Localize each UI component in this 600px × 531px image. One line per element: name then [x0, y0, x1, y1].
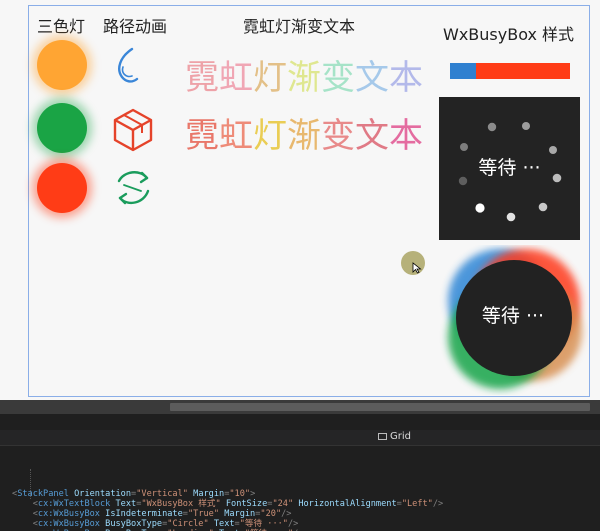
code-token: Text: [110, 498, 137, 509]
neon-text-line-1: 霓虹灯渐变文本: [185, 50, 423, 99]
code-token: "WxBusyBox 样式": [141, 498, 221, 509]
spinner-arc-icon: [118, 47, 139, 83]
code-token: cx:WxBusyBox: [37, 519, 100, 530]
neon-char: 虹: [219, 116, 253, 156]
neon-char: 文: [355, 116, 389, 156]
indent-guide: [30, 469, 31, 499]
code-token: "20": [260, 509, 282, 520]
neon-text-title: 霓虹灯渐变文本: [243, 17, 356, 36]
busy-dot: [506, 212, 516, 222]
neon-char: 文: [355, 58, 389, 98]
code-token: "等待 ···": [239, 519, 288, 530]
neon-char: 变: [321, 116, 355, 156]
busy-dot: [487, 122, 497, 132]
recycle-arrows-icon: [117, 171, 150, 205]
design-surface: 三色灯 路径动画 霓虹灯渐变文本 WxBusyBox 样式 霓虹灯渐变文本 霓虹…: [0, 0, 600, 400]
code-token: cx:WxBusyBox: [37, 509, 100, 520]
code-token: "10": [229, 488, 251, 499]
traffic-light-green: [37, 103, 87, 153]
code-token: "Circle": [167, 519, 209, 530]
busy-dot: [460, 143, 468, 151]
code-token: StackPanel: [17, 488, 69, 499]
mouse-cursor: [401, 251, 425, 275]
busy-circle-text: 等待 ···: [478, 157, 541, 179]
code-token: HorizontalAlignment: [293, 498, 397, 509]
traffic-light-title: 三色灯: [37, 17, 86, 36]
neon-char: 本: [389, 116, 423, 156]
xaml-code[interactable]: <StackPanel Orientation="Vertical" Margi…: [12, 458, 443, 531]
busybox-style-title: WxBusyBox 样式: [443, 25, 575, 44]
neon-char: 霓: [185, 58, 219, 98]
code-token: "24": [272, 498, 294, 509]
busy-dot: [522, 122, 530, 130]
busy-circle-box: 等待 ···: [439, 97, 580, 240]
code-token: />: [287, 519, 299, 530]
code-token: Margin: [219, 509, 256, 520]
scrollbar-thumb[interactable]: [170, 403, 590, 411]
neon-char: 虹: [219, 58, 253, 98]
neon-text-line-2: 霓虹灯渐变文本: [185, 108, 423, 157]
neon-char: 渐: [287, 58, 321, 98]
code-token: Orientation: [68, 488, 132, 499]
code-token: />: [281, 509, 292, 520]
busy-loading-box: 等待 ···: [438, 245, 588, 395]
code-line[interactable]: <cx:WxBusyBox BusyBoxType="Circle" Text=…: [12, 519, 443, 529]
code-token: cx:WxTextBlock: [37, 498, 111, 509]
grid-breadcrumb[interactable]: Grid: [378, 431, 411, 442]
neon-char: 灯: [253, 58, 287, 98]
busy-dot: [538, 202, 548, 212]
code-token: Margin: [187, 488, 225, 499]
neon-char: 渐: [287, 116, 321, 156]
code-token: IsIndeterminate: [99, 509, 183, 520]
code-token: FontSize: [220, 498, 268, 509]
grid-breadcrumb-label: Grid: [390, 431, 411, 442]
code-token: BusyBoxType: [99, 519, 163, 530]
traffic-light-red: [37, 163, 87, 213]
busy-progress-bar: [450, 63, 570, 79]
xaml-editor[interactable]: Grid <StackPanel Orientation="Vertical" …: [0, 414, 600, 531]
busy-dot: [475, 203, 485, 213]
code-token: >: [250, 488, 256, 499]
traffic-light-orange: [37, 40, 87, 90]
code-line[interactable]: <cx:WxBusyBox IsIndeterminate="True" Mar…: [12, 509, 443, 519]
code-token: "Left": [401, 498, 433, 509]
neon-char: 灯: [253, 116, 287, 156]
pointer-icon: [412, 262, 422, 274]
code-token: Text: [208, 519, 235, 530]
editor-breadcrumb-bar: Grid: [0, 430, 600, 446]
code-line[interactable]: <StackPanel Orientation="Vertical" Margi…: [12, 489, 443, 499]
neon-char: 变: [321, 58, 355, 98]
busy-progress-fill: [450, 63, 477, 79]
path-animation-title: 路径动画: [103, 17, 168, 36]
code-token: "True": [187, 509, 220, 520]
code-token: "Vertical": [136, 488, 188, 499]
horizontal-scrollbar[interactable]: [0, 400, 600, 414]
neon-char: 霓: [185, 116, 219, 156]
code-line[interactable]: <cx:WxTextBlock Text="WxBusyBox 样式" Font…: [12, 498, 444, 509]
grid-icon: [378, 433, 387, 440]
busy-loading-text: 等待 ···: [481, 305, 545, 327]
box-3d-icon: [113, 108, 153, 152]
neon-char: 本: [389, 58, 423, 98]
code-token: />: [432, 498, 444, 509]
